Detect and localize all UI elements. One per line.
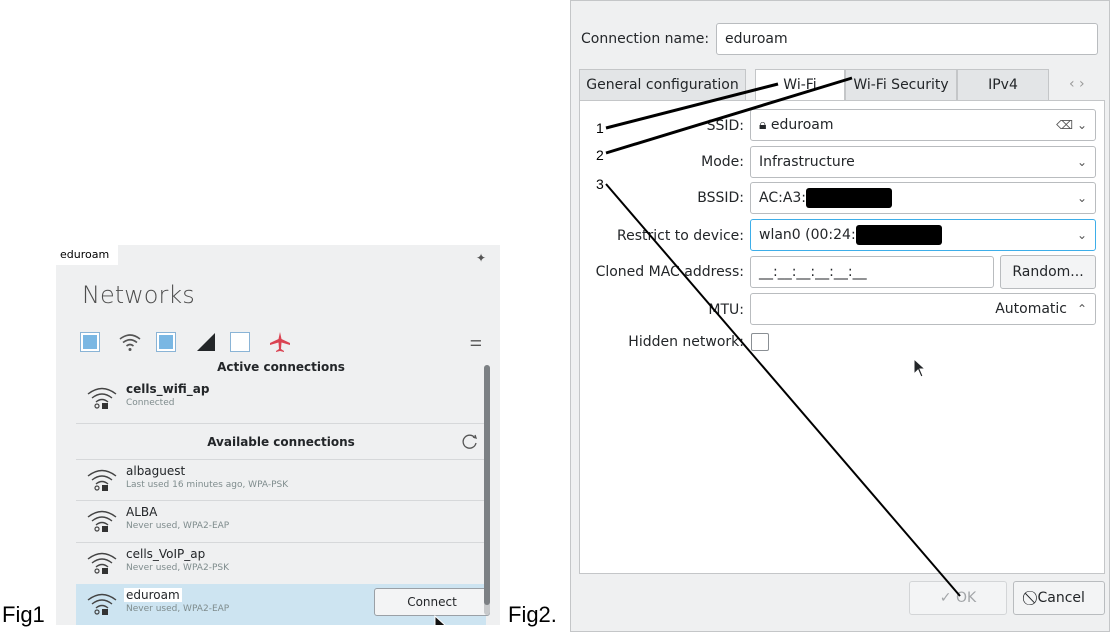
connection-status: Connected [126,398,175,408]
mtu-spinbox[interactable]: Automatic ⌃ [750,293,1096,325]
restrict-device-combobox[interactable]: wlan0 (00:24: ⌄ [750,219,1096,251]
wifi-locked-icon [87,510,117,532]
device-value: wlan0 (00:24: [759,227,856,243]
list-item[interactable]: albaguest Last used 16 minutes ago, WPA-… [76,460,486,500]
connection-status: Never used, WPA2-EAP [126,521,230,531]
redaction-mark [855,225,942,245]
tab-general-configuration[interactable]: General configuration [579,69,746,101]
list-item[interactable]: ALBA Never used, WPA2-EAP [76,501,486,541]
bssid-value: AC:A3: [759,190,807,206]
cloned-mac-value: __:__:__:__:__:__ [759,264,867,280]
wifi-locked-icon [87,469,117,491]
hidden-network-label: Hidden network: [628,334,744,350]
mouse-cursor-icon [434,615,446,625]
wifi-locked-icon [87,387,117,409]
tab-ipv4[interactable]: IPv4 [957,69,1049,101]
wifi-locked-icon [87,552,117,574]
mode-label: Mode: [701,154,744,170]
connection-status: Never used, WPA2-EAP [126,604,230,614]
figure-1-caption: Fig1 [2,602,45,627]
pin-icon[interactable]: ✦ [476,251,486,265]
ssid-value: eduroam [770,117,834,133]
cloned-mac-label: Cloned MAC address: [595,264,744,280]
mtu-value: Automatic [995,301,1067,317]
list-item[interactable]: cells_VoIP_ap Never used, WPA2-PSK [76,543,486,583]
bssid-combobox[interactable]: AC:A3: ⌄ [750,182,1096,214]
ok-label: OK [955,590,977,606]
connection-editor-dialog: Connection name: eduroam General configu… [570,0,1110,632]
cancel-label: Cancel [1037,590,1085,606]
mode-select[interactable]: Infrastructure ⌄ [750,146,1096,178]
active-connections-header: Active connections [217,360,345,374]
connections-list: Active connections cells_wifi_ap Connect… [76,358,496,625]
ok-button[interactable]: ✓ OK [909,581,1007,615]
check-icon: ✓ [939,590,956,606]
connection-status: Never used, WPA2-PSK [126,563,229,573]
refresh-icon[interactable] [461,433,479,451]
random-button[interactable]: Random... [1000,255,1096,289]
tab-bar: General configuration Wi-Fi Wi-Fi Securi… [579,69,1105,101]
wifi-settings-panel: SSID: 🔒︎ eduroam ⌫ ⌄ Mode: Infrastructur… [579,100,1105,574]
connection-status: Last used 16 minutes ago, WPA-PSK [126,480,289,490]
list-item[interactable]: cells_wifi_ap Connected [76,378,486,418]
hidden-network-checkbox[interactable] [751,333,769,351]
mode-value: Infrastructure [759,154,855,170]
mobile-signal-icon [197,333,215,351]
settings-sliders-icon[interactable]: ⚌ [469,334,482,350]
chevron-down-icon: ⌄ [1076,228,1087,242]
connection-name-label: Connection name: [581,31,710,47]
tab-scroll-arrows[interactable]: ‹ › [1069,69,1085,101]
ssid-label: SSID: [706,118,744,134]
spinner-arrows-icon[interactable]: ⌃ [1077,294,1087,324]
connection-name: cells_VoIP_ap [126,547,206,561]
redaction-mark [806,188,893,208]
applet-toolbar: ⚌ [80,330,482,354]
applet-tooltip-tab: eduroam [56,245,118,265]
chevron-down-icon: ⌄ [1076,155,1087,169]
applet-title: Networks [82,281,195,309]
mtu-label: MTU: [708,302,744,318]
wifi-checkbox[interactable] [156,332,176,352]
figure-2-caption: Fig2. [508,602,557,627]
divider [76,423,486,424]
bssid-label: BSSID: [697,190,744,206]
connection-name-input[interactable]: eduroam [716,23,1098,55]
restrict-device-label: Restrict to device: [617,228,744,244]
tab-wifi[interactable]: Wi-Fi [755,69,845,101]
ssid-combobox[interactable]: 🔒︎ eduroam ⌫ ⌄ [750,109,1096,141]
mouse-cursor-icon [913,358,927,378]
scrollbar[interactable] [484,365,490,615]
tab-wifi-security[interactable]: Wi-Fi Security [845,69,957,101]
wifi-locked-icon [87,593,117,615]
chevron-down-icon: ⌄ [1076,191,1087,205]
airplane-icon[interactable] [268,330,292,354]
clear-and-chevron-icon[interactable]: ⌫ ⌄ [1056,110,1087,140]
connection-name: albaguest [126,464,186,478]
network-applet: eduroam ✦ Networks ⚌ Active connections [56,245,500,625]
connection-name: cells_wifi_ap [126,382,210,396]
connection-name: ALBA [126,505,158,519]
mobile-checkbox[interactable] [230,332,250,352]
wifi-icon [119,334,141,351]
cancel-button[interactable]: ⃠ Cancel [1013,581,1105,615]
connection-name: eduroam [124,588,182,602]
cloned-mac-input[interactable]: __:__:__:__:__:__ [750,256,994,288]
connect-button[interactable]: Connect [374,588,490,616]
available-connections-header: Available connections [207,435,355,449]
wired-checkbox[interactable] [80,332,100,352]
lock-icon: 🔒︎ [759,117,771,133]
